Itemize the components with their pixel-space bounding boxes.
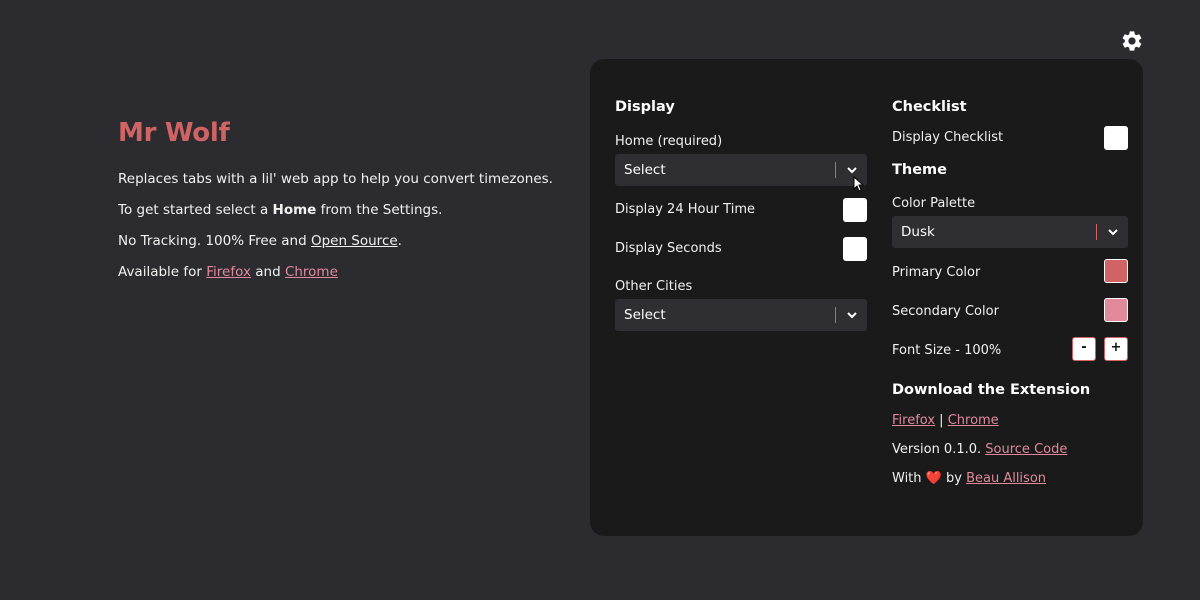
display-checklist-label: Display Checklist: [892, 130, 1004, 145]
checklist-theme-column: Checklist Display Checklist Theme Color …: [892, 99, 1128, 486]
checklist-title: Checklist: [892, 99, 967, 115]
hour24-label: Display 24 Hour Time: [615, 202, 755, 217]
seconds-label: Display Seconds: [615, 241, 722, 256]
download-firefox-link[interactable]: Firefox: [892, 413, 935, 428]
chevron-down-icon[interactable]: [845, 308, 859, 322]
intro-description: Replaces tabs with a lil' web app to hel…: [118, 171, 553, 187]
app-title: Mr Wolf: [118, 118, 230, 148]
download-links: Firefox | Chrome: [892, 413, 999, 428]
chevron-down-icon[interactable]: [1106, 225, 1120, 239]
other-cities-select[interactable]: Select: [615, 299, 867, 331]
source-code-link[interactable]: Source Code: [985, 442, 1067, 457]
other-cities-select-value: Select: [624, 307, 666, 323]
author-link[interactable]: Beau Allison: [966, 471, 1046, 486]
theme-title: Theme: [892, 162, 947, 178]
gear-icon[interactable]: [1120, 29, 1144, 53]
firefox-link[interactable]: Firefox: [206, 264, 251, 280]
home-emphasis: Home: [272, 202, 317, 218]
home-label: Home (required): [615, 134, 723, 149]
primary-color-row: Primary Color: [892, 259, 1128, 283]
secondary-color-swatch[interactable]: [1104, 298, 1128, 322]
display-checklist-row: Display Checklist: [892, 126, 1128, 150]
seconds-row: Display Seconds: [615, 237, 867, 261]
color-palette-value: Dusk: [901, 224, 935, 240]
home-select-value: Select: [624, 162, 666, 178]
download-title: Download the Extension: [892, 382, 1091, 398]
intro-section: Mr Wolf Replaces tabs with a lil' web ap…: [118, 118, 568, 288]
mouse-cursor-icon: [853, 176, 865, 192]
download-chrome-link[interactable]: Chrome: [948, 413, 999, 428]
font-size-row: Font Size - 100% - +: [892, 337, 1128, 361]
hour24-row: Display 24 Hour Time: [615, 198, 867, 222]
secondary-color-row: Secondary Color: [892, 298, 1128, 322]
credits-line: With ❤️ by Beau Allison: [892, 471, 1047, 486]
hour24-checkbox[interactable]: [843, 198, 867, 222]
display-checklist-checkbox[interactable]: [1104, 126, 1128, 150]
display-title: Display: [615, 99, 675, 115]
secondary-color-label: Secondary Color: [892, 304, 999, 319]
heart-icon: ❤️: [925, 471, 942, 486]
color-palette-select[interactable]: Dusk: [892, 216, 1128, 248]
primary-color-label: Primary Color: [892, 265, 981, 280]
font-size-label: Font Size - 100%: [892, 343, 1002, 358]
version-line: Version 0.1.0. Source Code: [892, 442, 1068, 457]
seconds-checkbox[interactable]: [843, 237, 867, 261]
primary-color-swatch[interactable]: [1104, 259, 1128, 283]
settings-panel: Display Home (required) Select Display 2…: [590, 59, 1143, 536]
font-decrease-button[interactable]: -: [1072, 337, 1096, 361]
select-separator: [835, 162, 836, 178]
font-increase-button[interactable]: +: [1104, 337, 1128, 361]
open-source-link[interactable]: Open Source: [311, 233, 398, 249]
home-select[interactable]: Select: [615, 154, 867, 186]
intro-available: Available for Firefox and Chrome: [118, 264, 338, 280]
color-palette-label: Color Palette: [892, 196, 976, 211]
select-separator: [1096, 224, 1097, 240]
chrome-link[interactable]: Chrome: [285, 264, 338, 280]
other-cities-label: Other Cities: [615, 279, 693, 294]
intro-tracking: No Tracking. 100% Free and Open Source.: [118, 233, 402, 249]
display-column: Display Home (required) Select Display 2…: [615, 99, 867, 331]
select-separator: [835, 307, 836, 323]
chevron-down-icon[interactable]: [845, 163, 859, 177]
intro-get-started: To get started select a Home from the Se…: [118, 202, 443, 218]
